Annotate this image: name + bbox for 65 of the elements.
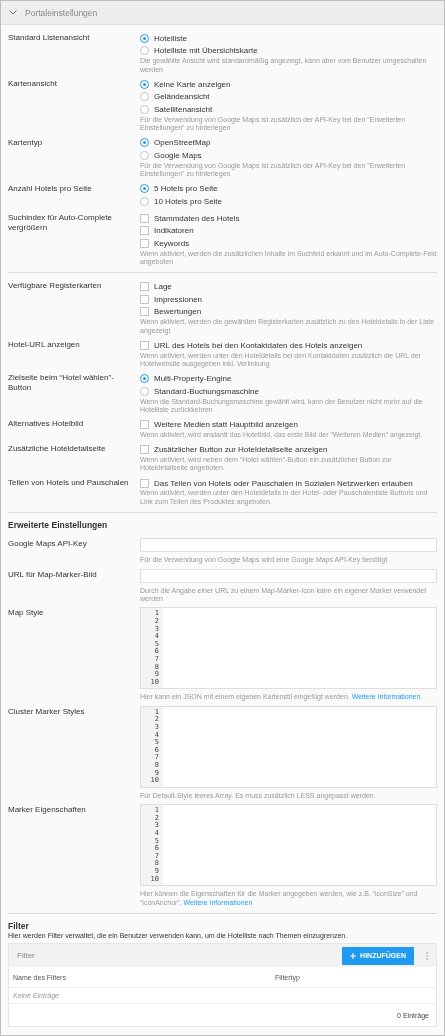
option-label: Impressionen — [154, 294, 203, 304]
checkbox[interactable] — [140, 282, 149, 292]
option-label: Lage — [154, 282, 172, 292]
field-label: Google Maps API-Key — [8, 538, 88, 551]
field-label: Zusätzliche Hoteldetailseite — [8, 443, 107, 456]
radio-button[interactable] — [140, 374, 149, 384]
option-label: URL des Hotels bei den Kontaktdaten des Hotels anzeigen — [154, 340, 363, 350]
field-label: Verfügbare Registerkarten — [8, 280, 103, 293]
checkbox[interactable] — [140, 445, 149, 455]
option-label: 5 Hotels pro Seite — [154, 184, 218, 194]
field-label: Standard Listenansicht — [8, 32, 91, 44]
checkbox[interactable] — [140, 226, 149, 236]
field-label: Map Style — [8, 607, 45, 620]
radio-button[interactable] — [140, 151, 149, 160]
option-label: Bewertungen — [154, 307, 202, 317]
option-label: Standard-Buchungsmaschine — [154, 386, 259, 396]
field-label: URL für Map-Marker-Bild — [8, 568, 98, 581]
radio-button[interactable] — [140, 184, 149, 194]
field-label: Anzahl Hotels pro Seite — [8, 182, 93, 195]
radio-button[interactable] — [140, 197, 149, 206]
field-label: Kartenansicht — [8, 78, 58, 90]
option-label: Keywords — [154, 238, 190, 248]
option-label: Indikatoren — [154, 226, 194, 236]
panel-title: Portaleinstellungen — [25, 7, 98, 18]
field-label: Marker Eigenschaften — [8, 804, 87, 817]
field-label: Cluster Marker Styles — [8, 705, 86, 718]
option-label: Das Teilen von Hotels oder Pauschalen in Sozialen Netzwerken erlauben — [154, 478, 413, 488]
field-label: Teilen von Hotels und Pauschalen — [8, 476, 130, 489]
table-title: Filter — [17, 951, 36, 961]
section-heading: Filter — [8, 921, 30, 932]
checkbox[interactable] — [140, 420, 149, 430]
option-label: Weitere Medien statt Hauptbild anzeigen — [154, 420, 298, 430]
option-label: Satellitenansicht — [154, 105, 213, 114]
input-field[interactable] — [140, 568, 437, 583]
radio-button[interactable] — [140, 92, 149, 102]
option-label: Hotelliste mit Übersichtskarte — [154, 46, 258, 56]
radio-button[interactable] — [140, 79, 149, 89]
checkbox[interactable] — [140, 238, 149, 248]
radio-button[interactable] — [140, 33, 149, 43]
checkbox[interactable] — [140, 307, 149, 317]
radio-button[interactable] — [140, 105, 149, 114]
option-label: Google Maps — [154, 151, 202, 160]
field-label: Kartentyp — [8, 136, 44, 149]
field-label: Suchindex für Auto-Complete vergrößern — [8, 211, 114, 234]
checkbox[interactable] — [140, 478, 149, 488]
field-label: Zielseite beim “Hotel wählen”-Button — [8, 372, 115, 395]
section-heading: Erweiterte Einstellungen — [8, 520, 109, 531]
plus-icon — [350, 952, 357, 959]
radio-button[interactable] — [140, 386, 149, 396]
option-label: Keine Karte anzeigen — [154, 79, 231, 89]
checkbox[interactable] — [140, 340, 149, 350]
option-label: Geländeansicht — [154, 92, 210, 102]
checkbox[interactable] — [140, 213, 149, 223]
option-label: Stammdaten des Hotels — [154, 213, 240, 223]
radio-button[interactable] — [140, 46, 149, 56]
option-label: Hotelliste — [154, 33, 187, 43]
field-label: Hotel-URL anzeigen — [8, 338, 81, 351]
input-field[interactable] — [140, 538, 437, 553]
option-label: OpenStreetMap — [154, 138, 211, 148]
checkbox[interactable] — [140, 294, 149, 304]
radio-button[interactable] — [140, 138, 149, 148]
option-label: Multi-Property-Engine — [154, 374, 232, 384]
option-label: 10 Hotels pro Seite — [154, 197, 223, 206]
field-label: Alternatives Hotelbild — [8, 418, 85, 431]
option-label: Zusätzlicher Button zur Hoteldetailseite anzeigen — [154, 445, 328, 455]
